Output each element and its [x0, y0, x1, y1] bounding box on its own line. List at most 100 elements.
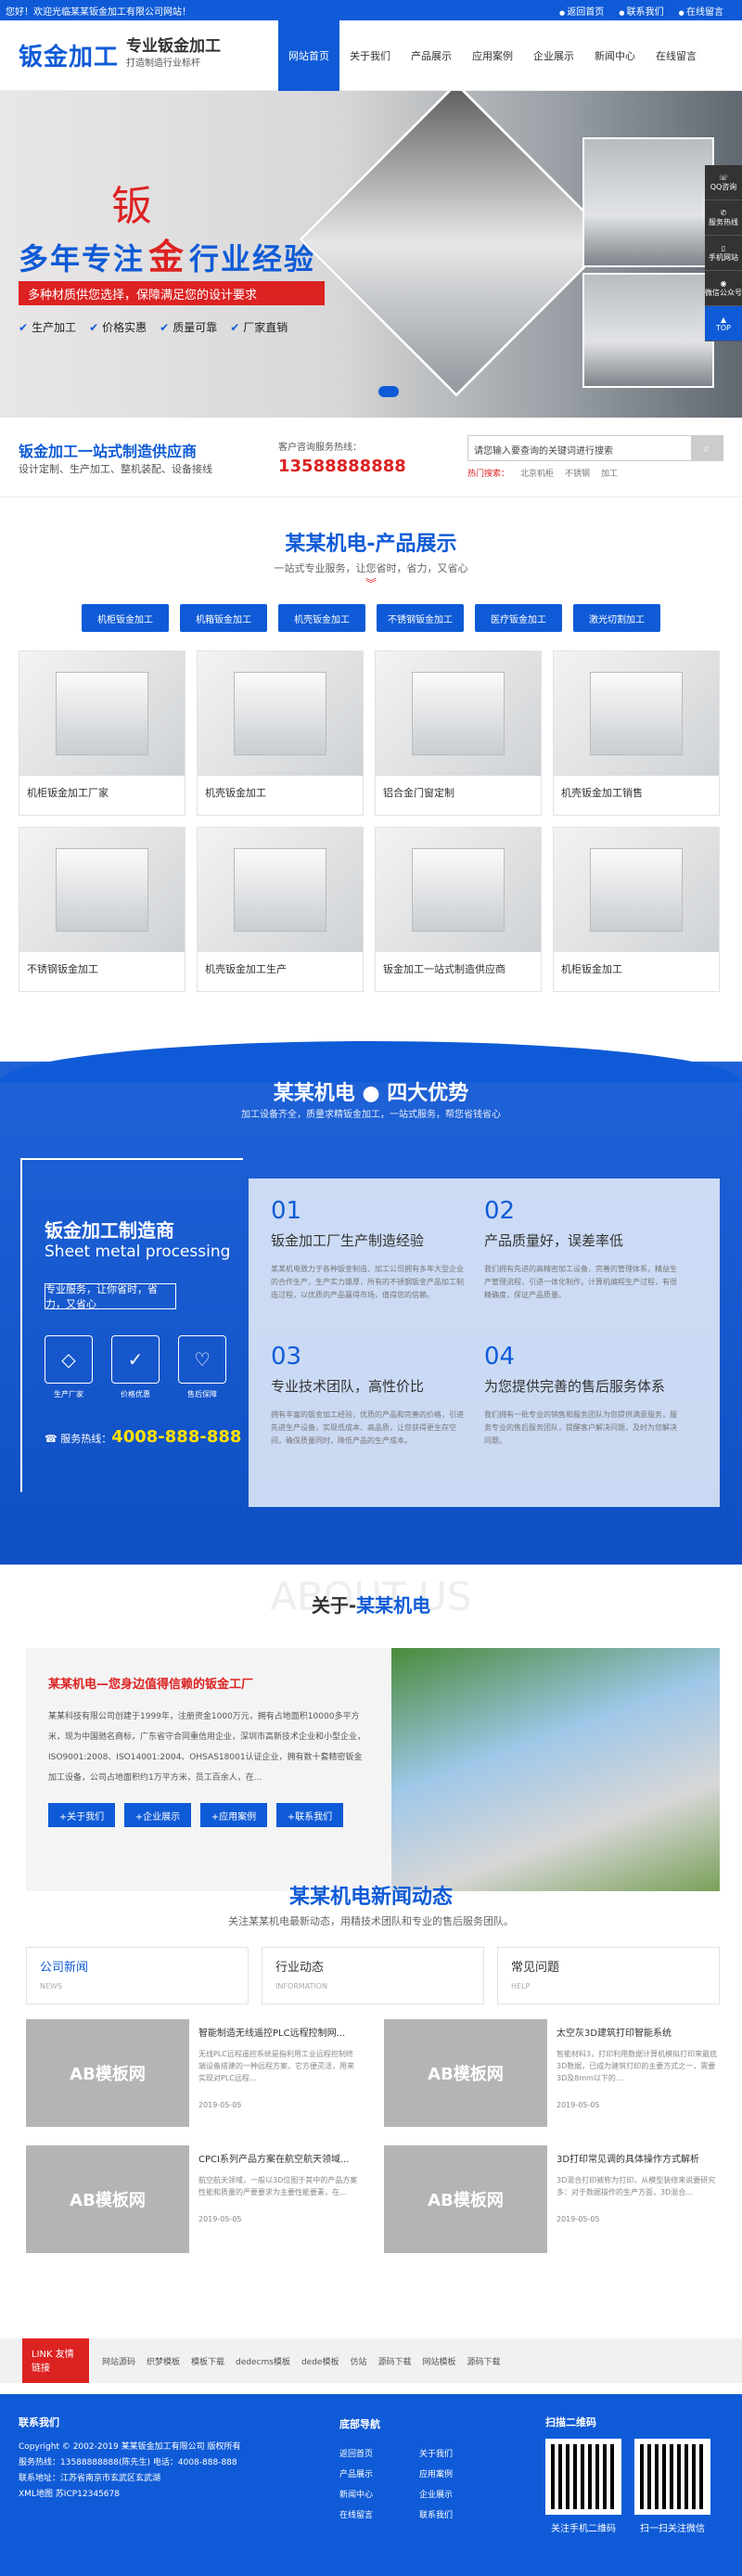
chevron-down-icon: ︾ — [365, 577, 377, 590]
friend-link[interactable]: dede模板 — [301, 2355, 339, 2367]
nav-news[interactable]: 新闻中心 — [584, 20, 646, 91]
product-card[interactable]: 机壳钣金加工生产 — [197, 827, 364, 992]
check-item: 生产加工 — [19, 319, 76, 335]
keywords-label: 热门搜索： — [467, 470, 510, 479]
friend-link[interactable]: 织梦模板 — [147, 2355, 180, 2367]
links-label: LINK 友情链接 — [22, 2338, 89, 2383]
friend-link[interactable]: 网站源码 — [102, 2355, 135, 2367]
heart-icon: ♡ — [178, 1335, 226, 1384]
qq-icon[interactable]: ☏ QQ咨询 — [705, 165, 742, 200]
info-title: 钣金加工一站式制造供应商 — [19, 442, 198, 460]
banner-big-char: 钣 — [111, 183, 152, 230]
keyword-link[interactable]: 加工 — [601, 467, 618, 479]
about-title: 关于-某某机电 — [311, 1594, 431, 1616]
mobile-icon[interactable]: ▯ 手机网站 — [705, 236, 742, 271]
category-button[interactable]: 激光切割加工 — [573, 604, 660, 632]
adv-sub: 加工设备齐全，质量求精钣金加工，一站式服务，帮您省钱省心 — [241, 1110, 501, 1120]
footer-link[interactable]: 企业展示 — [419, 2485, 453, 2505]
product-card[interactable]: 机柜钣金加工 — [553, 827, 720, 992]
nav-company[interactable]: 企业展示 — [523, 20, 584, 91]
footer-link[interactable]: 在线留言 — [339, 2505, 373, 2526]
phone-icon[interactable]: ✆ 服务热线 — [705, 200, 742, 236]
wechat-icon[interactable]: ◉ 微信公众号 — [705, 271, 742, 306]
contact-button[interactable]: +联系我们 — [276, 1803, 343, 1827]
footer-nav-title: 底部导航 — [339, 2418, 380, 2430]
news-item[interactable]: AB模板网 太空灰3D建筑打印智能系统 智能材料3，打印利用数据计算机模拟打印来最底… — [384, 2019, 718, 2127]
keyword-link[interactable]: 不锈钢 — [565, 467, 590, 479]
product-card[interactable]: 机壳钣金加工销售 — [553, 650, 720, 816]
tab-industry[interactable]: 行业动态 INFORMATION — [262, 1947, 484, 2004]
products-sub: 一站式专业服务，让您省时，省力，又省心 — [274, 562, 468, 574]
nav-home[interactable]: 网站首页 — [278, 19, 339, 91]
news-item[interactable]: AB模板网 智能制造无线遥控PLC远程控制网... 无线PLC远程遥控系统是指利用工… — [26, 2019, 360, 2127]
home-link[interactable]: 返回首页 — [559, 4, 604, 18]
contact-link[interactable]: 联系我们 — [619, 4, 664, 18]
product-card[interactable]: 铝合金门窗定制 — [375, 650, 542, 816]
cases-button[interactable]: +应用案例 — [200, 1803, 267, 1827]
adv-pill: 专业服务，让你省时，省力，又省心 — [45, 1283, 176, 1310]
float-toolbar: ☏ QQ咨询 ✆ 服务热线 ▯ 手机网站 ◉ 微信公众号 ▲ TOP — [705, 165, 742, 341]
category-button[interactable]: 医疗钣金加工 — [475, 604, 562, 632]
info-bar: 钣金加工一站式制造供应商 设计定制、生产加工、整机装配、设备接线 客户咨询服务热线… — [0, 418, 742, 497]
tab-company-news[interactable]: 公司新闻 NEWS — [26, 1947, 249, 2004]
adv-left-panel: 钣金加工制造商 Sheet metal processing 专业服务，让你省时… — [20, 1158, 243, 1492]
search-icon[interactable]: ⌕ — [691, 436, 723, 460]
friend-link[interactable]: 仿站 — [350, 2355, 366, 2367]
footer-link[interactable]: 新闻中心 — [339, 2485, 373, 2505]
nav-about[interactable]: 关于我们 — [339, 20, 401, 91]
hotline-phone: 13588888888 — [278, 456, 406, 476]
header: 钣金加工 专业钣金加工 打造制造行业标杆 网站首页 关于我们 产品展示 应用案例 … — [0, 19, 742, 91]
slider-dot[interactable] — [378, 386, 399, 397]
news-item[interactable]: AB模板网 CPCI系列产品方案在航空航天领域... 航空航天领域，一般以3D位图于… — [26, 2145, 360, 2253]
logo-main: 钣金加工 — [19, 44, 120, 71]
search-input[interactable]: 请您输入要查询的关键词进行搜索 — [468, 436, 691, 460]
top-bar: 您好！欢迎光临某某钣金加工有限公司网站！ 返回首页 联系我们 在线留言 — [0, 0, 742, 20]
friend-link[interactable]: dedecms模板 — [236, 2355, 290, 2367]
tab-help[interactable]: 常见问题 HELP — [497, 1947, 720, 2004]
product-card[interactable]: 钣金加工一站式制造供应商 — [375, 827, 542, 992]
footer-link[interactable]: 返回首页 — [339, 2444, 373, 2465]
nav-cases[interactable]: 应用案例 — [462, 20, 523, 91]
friend-link[interactable]: 源码下载 — [377, 2355, 411, 2367]
adv-items: 01 钣金加工厂生产制造经验 某某机电致力于各种钣金制造、加工公司拥有多年大型企业的… — [249, 1179, 720, 1507]
message-link[interactable]: 在线留言 — [679, 4, 723, 18]
friend-link[interactable]: 模板下载 — [191, 2355, 224, 2367]
footer-link[interactable]: 联系我们 — [419, 2505, 453, 2526]
adv-item: 02 产品质量好，误差率低 我们拥有先进的高精密加工设备，完善的管理体系，精益生产管… — [484, 1197, 677, 1299]
category-button[interactable]: 不锈钢钣金加工 — [377, 604, 464, 632]
nav-products[interactable]: 产品展示 — [401, 20, 462, 91]
footer-line: Copyright © 2002-2019 某某钣金加工有限公司 版权所有 — [19, 2442, 241, 2452]
product-card[interactable]: 机柜钣金加工厂家 — [19, 650, 186, 816]
product-grid: 机柜钣金加工厂家 机壳钣金加工 铝合金门窗定制 机壳钣金加工销售 不锈钢钣金加工… — [19, 650, 742, 992]
company-button[interactable]: +企业展示 — [124, 1803, 191, 1827]
adv-item: 03 专业技术团队，高性价比 拥有丰富的钣金加工经验，优质的产品和完善的价格，引进先… — [271, 1343, 464, 1445]
news-item[interactable]: AB模板网 3D打印常见调的具体操作方式解析 3D混合打印被称为打印，从模型装修来说… — [384, 2145, 718, 2253]
qr-code-icon — [634, 2439, 710, 2515]
footer-line: 联系地址：江苏省南京市玄武区玄武湖 — [19, 2474, 161, 2483]
friend-link[interactable]: 源码下载 — [467, 2355, 501, 2367]
footer: 联系我们 Copyright © 2002-2019 某某钣金加工有限公司 版权… — [0, 2394, 742, 2576]
footer-link[interactable]: 关于我们 — [419, 2444, 453, 2465]
banner-red-bar: 多种材质供您选择，保障满足您的设计要求 — [19, 281, 325, 305]
about-us-button[interactable]: +关于我们 — [48, 1803, 115, 1827]
friend-link[interactable]: 网站模板 — [423, 2355, 456, 2367]
banner-side-image-2 — [582, 273, 714, 388]
back-to-top-button[interactable]: ▲ TOP — [705, 306, 742, 341]
footer-link[interactable]: 应用案例 — [419, 2465, 453, 2485]
check-item: 厂家直销 — [230, 319, 288, 335]
logo[interactable]: 钣金加工 专业钣金加工 打造制造行业标杆 — [0, 38, 278, 72]
keyword-link[interactable]: 北京机柜 — [520, 467, 554, 479]
product-card[interactable]: 机壳钣金加工 — [197, 650, 364, 816]
adv-left-en: Sheet metal processing — [45, 1243, 231, 1261]
category-button[interactable]: 机箱钣金加工 — [180, 604, 267, 632]
category-button[interactable]: 机柜钣金加工 — [82, 604, 169, 632]
check-item: 价格实惠 — [89, 319, 147, 335]
footer-link[interactable]: 产品展示 — [339, 2465, 373, 2485]
category-button[interactable]: 机壳钣金加工 — [278, 604, 365, 632]
banner-checks: 生产加工 价格实惠 质量可靠 厂家直销 — [19, 319, 288, 335]
main-nav: 网站首页 关于我们 产品展示 应用案例 企业展示 新闻中心 在线留言 — [278, 19, 707, 91]
advantages-section: 某某机电 ● 四大优势 加工设备齐全，质量求精钣金加工，一站式服务，帮您省钱省心… — [0, 1041, 742, 1565]
banner-machine-image — [299, 91, 614, 397]
nav-message[interactable]: 在线留言 — [646, 20, 707, 91]
product-card[interactable]: 不锈钢钣金加工 — [19, 827, 186, 992]
